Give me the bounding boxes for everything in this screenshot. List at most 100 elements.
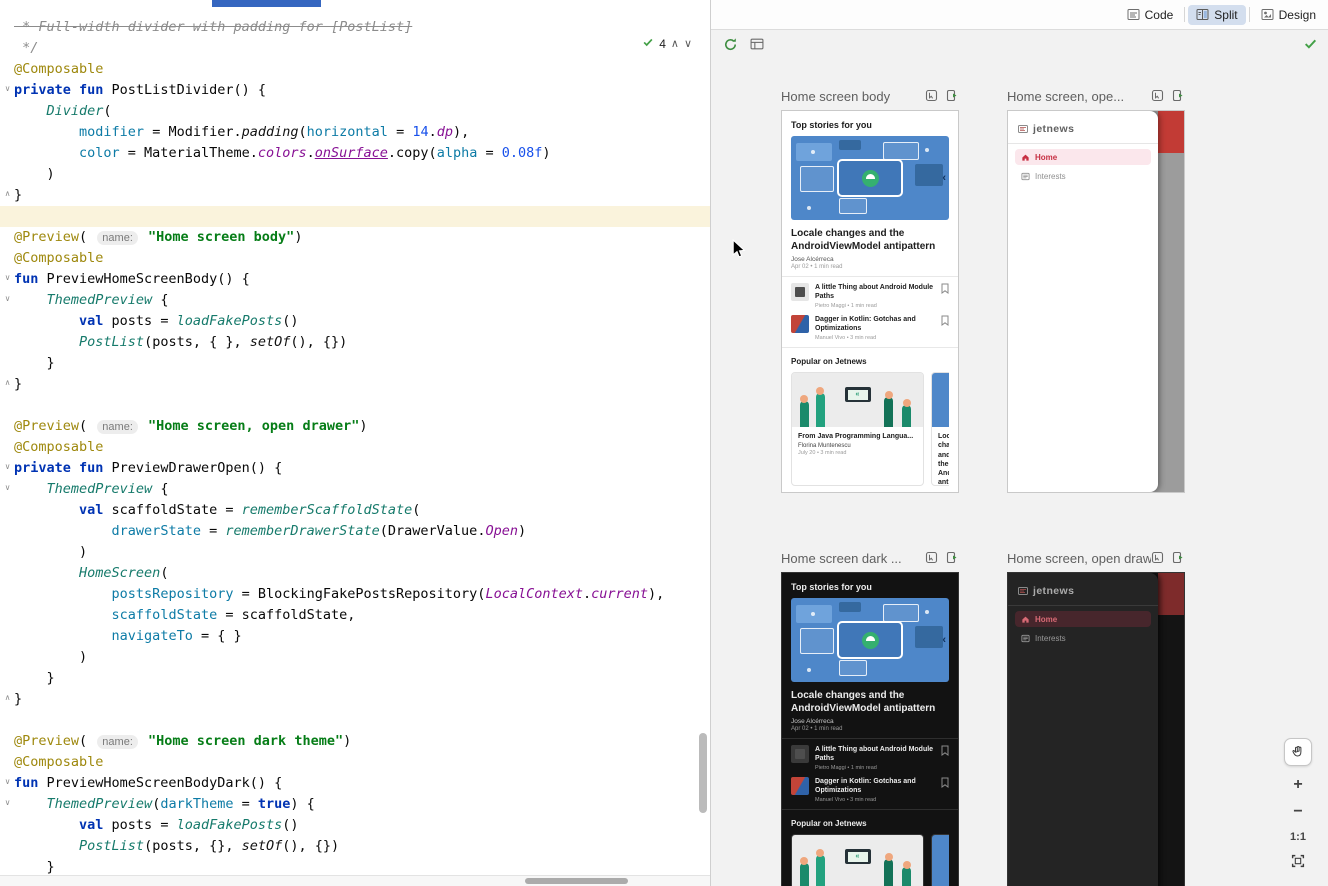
bookmark-icon[interactable] — [941, 745, 949, 756]
code-area[interactable]: * Full-width divider with padding for [P… — [0, 0, 710, 876]
popular-card[interactable]: Locale changes and the AndroidViewModel … — [931, 372, 949, 486]
code-token: postsRepository — [112, 586, 234, 602]
thumbnail-art — [795, 287, 805, 297]
code-token: ), — [453, 124, 469, 140]
decor — [1306, 40, 1316, 47]
view-mode-design[interactable]: Design — [1253, 5, 1324, 25]
preview-toolbar — [711, 30, 1328, 58]
code-token: navigateTo — [112, 628, 193, 644]
bookmark-icon[interactable] — [941, 777, 949, 788]
preview-card[interactable]: Home screen dark ...Top stories for you‹… — [781, 550, 959, 886]
code-token — [14, 103, 47, 119]
next-issue-icon[interactable]: ∨ — [684, 37, 692, 50]
interactive-preview-icon[interactable] — [1151, 89, 1165, 103]
drawer-item-interests[interactable]: Interests — [1015, 630, 1151, 646]
decor — [839, 660, 867, 676]
code-token: ) — [518, 523, 526, 539]
bookmark-icon[interactable] — [941, 315, 949, 326]
code-token: posts = — [112, 313, 177, 329]
post-item[interactable]: A little Thing about Android Module Path… — [791, 283, 949, 309]
zoom-to-fit-icon[interactable] — [1291, 854, 1305, 868]
fold-marker-icon[interactable]: ∨ — [2, 483, 13, 492]
code-line — [0, 395, 710, 416]
app-topbar — [1158, 573, 1184, 615]
code-token: ) — [14, 166, 55, 182]
code-line: ThemedPreview { — [0, 290, 710, 311]
fold-marker-icon[interactable]: ∧ — [2, 693, 13, 702]
divider — [782, 738, 958, 739]
fold-marker-icon[interactable]: ∧ — [2, 189, 13, 198]
layout-options-icon[interactable] — [750, 37, 764, 51]
code-line: navigateTo = { } — [0, 626, 710, 647]
post-item[interactable]: A little Thing about Android Module Path… — [791, 745, 949, 771]
popular-title: Locale changes and the AndroidViewModel … — [938, 432, 949, 486]
preview-card[interactable]: Home screen, open drawer dar...jetnewsHo… — [1007, 550, 1185, 886]
post-text: A little Thing about Android Module Path… — [815, 283, 935, 309]
code-line: * Full-width divider with padding for [P… — [0, 17, 710, 38]
code-line: drawerState = rememberDrawerState(Drawer… — [0, 521, 710, 542]
post-title: A little Thing about Android Module Path… — [815, 745, 935, 763]
drawer-item-label: Interests — [1035, 634, 1066, 643]
run-preview-icon[interactable] — [945, 551, 959, 565]
scrollbar-thumb[interactable] — [525, 878, 628, 884]
decor: « — [845, 849, 871, 864]
decor — [902, 867, 911, 886]
post-item[interactable]: Dagger in Kotlin: Gotchas and Optimizati… — [791, 777, 949, 803]
fold-marker-icon[interactable]: ∨ — [2, 777, 13, 786]
code-token: darkTheme — [160, 796, 233, 812]
zoom-out-button[interactable]: − — [1293, 804, 1302, 820]
code-token: onSurface — [315, 145, 388, 161]
view-mode-split[interactable]: Split — [1188, 5, 1245, 25]
fold-marker-icon[interactable]: ∨ — [2, 294, 13, 303]
code-token: ( — [79, 229, 95, 245]
drawer-item-interests[interactable]: Interests — [1015, 168, 1151, 184]
zoom-in-button[interactable]: + — [1293, 777, 1302, 793]
interactive-preview-icon[interactable] — [925, 89, 939, 103]
post-title: Dagger in Kotlin: Gotchas and Optimizati… — [815, 315, 935, 333]
fold-marker-icon[interactable]: ∨ — [2, 84, 13, 93]
code-token: () — [282, 313, 298, 329]
drawer-item-home[interactable]: Home — [1015, 611, 1151, 627]
drawer-item-home[interactable]: Home — [1015, 149, 1151, 165]
code-token: ( — [103, 103, 111, 119]
pan-hand-icon[interactable] — [1284, 738, 1312, 766]
post-item[interactable]: Dagger in Kotlin: Gotchas and Optimizati… — [791, 315, 949, 341]
popular-card[interactable]: «From Java Programming Langua...Florina … — [791, 834, 924, 886]
code-token: color — [79, 145, 120, 161]
preview-card[interactable]: Home screen, ope...jetnewsHomeInterests — [1007, 88, 1185, 493]
decor — [942, 316, 948, 325]
post-thumbnail — [791, 283, 809, 301]
code-token — [14, 502, 79, 518]
interactive-preview-icon[interactable] — [1151, 551, 1165, 565]
code-token — [14, 145, 79, 161]
decor: « — [845, 387, 871, 402]
code-line: HomeScreen( — [0, 563, 710, 584]
fold-marker-icon[interactable]: ∧ — [2, 378, 13, 387]
decor — [1156, 93, 1159, 99]
code-editor[interactable]: * Full-width divider with padding for [P… — [0, 0, 710, 886]
build-refresh-icon[interactable] — [723, 37, 738, 52]
fold-marker-icon[interactable]: ∨ — [2, 462, 13, 471]
preview-card[interactable]: Home screen bodyTop stories for you‹Loca… — [781, 88, 959, 493]
decor: « — [856, 853, 860, 860]
code-token: = — [388, 124, 412, 140]
horizontal-scrollbar[interactable] — [0, 875, 710, 886]
view-mode-code[interactable]: Code — [1119, 5, 1182, 25]
run-preview-icon[interactable] — [945, 89, 959, 103]
bookmark-icon[interactable] — [941, 283, 949, 294]
run-preview-icon[interactable] — [1171, 551, 1185, 565]
vertical-scrollbar[interactable] — [699, 733, 707, 813]
code-line: val scaffoldState = rememberScaffoldStat… — [0, 500, 710, 521]
popular-card[interactable]: «From Java Programming Langua...Florina … — [791, 372, 924, 486]
inspections-widget[interactable]: 4 ∧ ∨ — [638, 34, 696, 53]
fold-marker-icon[interactable]: ∨ — [2, 798, 13, 807]
fold-marker-icon[interactable]: ∨ — [2, 273, 13, 282]
decor — [1018, 586, 1028, 596]
prev-issue-icon[interactable]: ∧ — [671, 37, 679, 50]
interactive-preview-icon[interactable] — [925, 551, 939, 565]
popular-card[interactable]: Locale changes and the AndroidViewModel … — [931, 834, 949, 886]
hero-title: Locale changes and the AndroidViewModel … — [791, 228, 949, 253]
zoom-reset-button[interactable]: 1:1 — [1290, 831, 1306, 843]
decor — [1291, 854, 1305, 868]
run-preview-icon[interactable] — [1171, 89, 1185, 103]
